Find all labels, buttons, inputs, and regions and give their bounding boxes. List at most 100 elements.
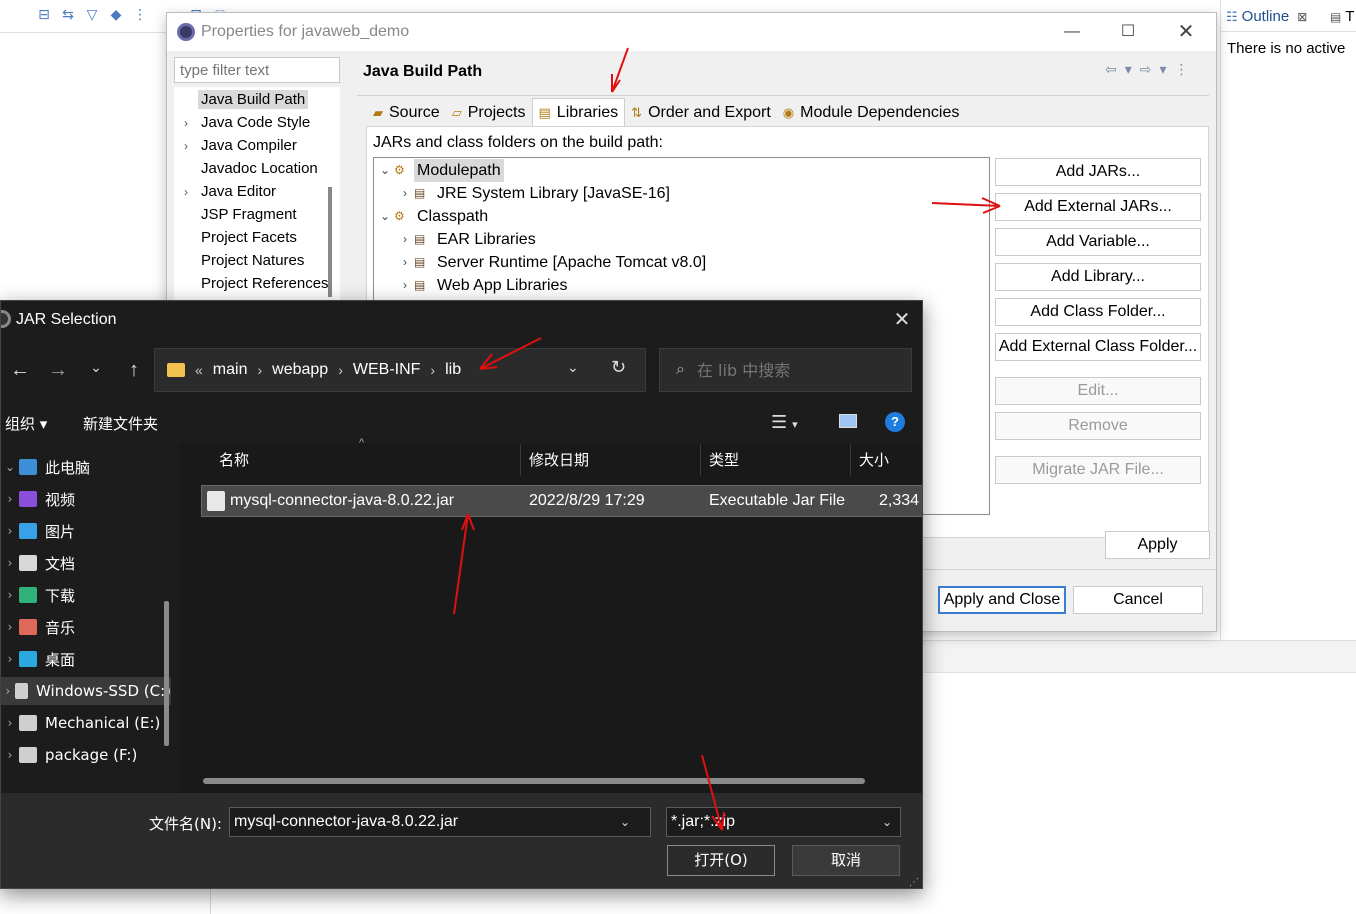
chevron-right-icon[interactable]: › xyxy=(1,716,19,730)
chevron-right-icon[interactable]: › xyxy=(396,228,414,251)
nav-item[interactable]: Javadoc Location xyxy=(174,157,334,180)
chevron-right-icon[interactable]: › xyxy=(338,362,343,378)
chevron-down-icon[interactable]: ⌄ xyxy=(376,205,394,228)
tab-libraries[interactable]: ▤ Libraries xyxy=(531,98,626,126)
focus-icon[interactable]: ◆ xyxy=(108,6,124,28)
chevron-down-icon[interactable]: ⌄ xyxy=(567,359,579,376)
tab-source[interactable]: ▰ Source xyxy=(367,100,446,126)
new-folder-button[interactable]: 新建文件夹 xyxy=(83,413,158,434)
chevron-right-icon[interactable]: › xyxy=(174,135,198,158)
apply-button[interactable]: Apply xyxy=(1105,531,1210,559)
chevron-right-icon[interactable]: › xyxy=(1,652,19,666)
chevron-right-icon[interactable]: › xyxy=(1,748,19,762)
migrate-jar-button[interactable]: Migrate JAR File... xyxy=(995,456,1201,484)
breadcrumb-web-inf[interactable]: WEB-INF xyxy=(353,361,421,379)
file-row[interactable]: mysql-connector-java-8.0.22.jar 2022/8/2… xyxy=(201,485,922,517)
search-input[interactable] xyxy=(696,360,897,380)
filter-icon[interactable]: ▽ xyxy=(84,6,100,28)
nav-pane-item[interactable]: › 下载 xyxy=(1,581,171,609)
chevron-down-icon[interactable]: ▾ xyxy=(1160,61,1167,78)
nav-pane-scrollbar[interactable] xyxy=(164,601,169,746)
chevron-right-icon[interactable]: › xyxy=(1,684,15,698)
tab-projects[interactable]: ▱ Projects xyxy=(446,100,532,126)
preview-pane-icon[interactable] xyxy=(839,414,857,428)
column-type[interactable]: 类型 xyxy=(701,444,851,476)
organize-button[interactable]: 组织 ▾ xyxy=(5,413,47,434)
nav-pane-item[interactable]: › 视频 xyxy=(1,485,171,513)
chevron-down-icon[interactable]: ⌄ xyxy=(1,460,19,474)
breadcrumb-overflow[interactable]: « xyxy=(195,362,203,378)
chevron-right-icon[interactable]: › xyxy=(1,620,19,634)
nav-item[interactable]: Project References xyxy=(174,272,334,295)
open-button[interactable]: 打开(O) xyxy=(667,845,775,876)
chevron-right-icon[interactable]: › xyxy=(174,181,198,204)
back-icon[interactable]: ⇦ xyxy=(1105,61,1117,78)
nav-pane-item[interactable]: › 桌面 xyxy=(1,645,171,673)
nav-pane-item[interactable]: › Windows-SSD (C:) xyxy=(1,677,171,705)
edit-button[interactable]: Edit... xyxy=(995,377,1201,405)
nav-item[interactable]: JSP Fragment xyxy=(174,203,334,226)
filetype-select[interactable]: *.jar;*.zip ⌄ xyxy=(666,807,901,837)
column-name[interactable]: 名称 xyxy=(201,444,521,476)
add-library-button[interactable]: Add Library... xyxy=(995,263,1201,291)
column-modified[interactable]: 修改日期 xyxy=(521,444,701,476)
chevron-down-icon[interactable]: ⌄ xyxy=(620,815,630,829)
tree-node[interactable]: › ▤ JRE System Library [JavaSE-16] xyxy=(396,182,673,205)
close-button[interactable]: ✕ xyxy=(1163,19,1209,47)
nav-item[interactable]: Project Facets xyxy=(174,226,334,249)
chevron-down-icon[interactable]: ▾ xyxy=(1125,61,1132,78)
help-icon[interactable]: ? xyxy=(885,412,905,432)
nav-item[interactable]: › Java Editor xyxy=(174,180,334,203)
add-jars-button[interactable]: Add JARs... xyxy=(995,158,1201,186)
nav-scrollbar[interactable] xyxy=(328,187,332,297)
nav-pane-item[interactable]: › Mechanical (E:) xyxy=(1,709,171,737)
tree-node[interactable]: ⌄ ⚙ Modulepath xyxy=(376,159,504,182)
forward-arrow-icon[interactable]: → xyxy=(39,359,77,383)
column-size[interactable]: 大小 xyxy=(851,444,922,476)
chevron-right-icon[interactable]: › xyxy=(396,274,414,297)
tab-t[interactable]: ▤ T xyxy=(1330,8,1354,25)
address-bar[interactable]: « main › webapp › WEB-INF › lib ⌄ ↻ xyxy=(154,348,646,392)
chevron-down-icon[interactable]: ⌄ xyxy=(376,159,394,182)
close-icon[interactable]: ⊠ xyxy=(1297,10,1307,24)
cancel-button[interactable]: Cancel xyxy=(1073,586,1203,614)
chevron-right-icon[interactable]: › xyxy=(396,251,414,274)
recent-dropdown-icon[interactable]: ⌄ xyxy=(77,359,115,383)
chevron-right-icon[interactable]: › xyxy=(174,112,198,135)
tab-module-dependencies[interactable]: ◉ Module Dependencies xyxy=(777,100,966,126)
maximize-button[interactable]: ☐ xyxy=(1105,19,1151,47)
chevron-right-icon[interactable]: › xyxy=(430,362,435,378)
tree-node[interactable]: › ▤ Server Runtime [Apache Tomcat v8.0] xyxy=(396,251,709,274)
filename-field[interactable]: ⌄ xyxy=(229,807,651,837)
filename-input[interactable] xyxy=(230,813,620,831)
nav-pane-item[interactable]: › package (F:) xyxy=(1,741,171,769)
close-button[interactable]: ✕ xyxy=(887,307,917,333)
nav-pane-item[interactable]: › 音乐 xyxy=(1,613,171,641)
cancel-button[interactable]: 取消 xyxy=(792,845,900,876)
tab-outline[interactable]: ☷ Outline ⊠ xyxy=(1226,8,1307,25)
search-box[interactable]: ⌕ xyxy=(659,348,912,392)
menu-icon[interactable]: ⋮ xyxy=(1175,61,1189,78)
nav-item[interactable]: Java Build Path xyxy=(174,88,334,111)
tree-node[interactable]: › ▤ Web App Libraries xyxy=(396,274,570,297)
up-arrow-icon[interactable]: ↑ xyxy=(115,359,153,383)
add-external-class-folder-button[interactable]: Add External Class Folder... xyxy=(995,333,1201,361)
remove-button[interactable]: Remove xyxy=(995,412,1201,440)
breadcrumb-main[interactable]: main xyxy=(213,361,248,379)
add-class-folder-button[interactable]: Add Class Folder... xyxy=(995,298,1201,326)
horizontal-scrollbar[interactable] xyxy=(203,778,865,784)
add-variable-button[interactable]: Add Variable... xyxy=(995,228,1201,256)
tree-node[interactable]: ⌄ ⚙ Classpath xyxy=(376,205,491,228)
nav-item[interactable]: › Java Compiler xyxy=(174,134,334,157)
tree-node[interactable]: › ▤ EAR Libraries xyxy=(396,228,539,251)
back-arrow-icon[interactable]: ← xyxy=(1,359,39,383)
forward-icon[interactable]: ⇨ xyxy=(1140,61,1152,78)
view-options-icon[interactable]: ☰ ▾ xyxy=(771,412,798,433)
nav-pane-item[interactable]: ⌄ 此电脑 xyxy=(1,453,171,481)
add-external-jars-button[interactable]: Add External JARs... xyxy=(995,193,1201,221)
breadcrumb-webapp[interactable]: webapp xyxy=(272,361,328,379)
chevron-right-icon[interactable]: › xyxy=(1,524,19,538)
nav-pane-item[interactable]: › 图片 xyxy=(1,517,171,545)
nav-item[interactable]: › Java Code Style xyxy=(174,111,334,134)
apply-and-close-button[interactable]: Apply and Close xyxy=(938,586,1066,614)
